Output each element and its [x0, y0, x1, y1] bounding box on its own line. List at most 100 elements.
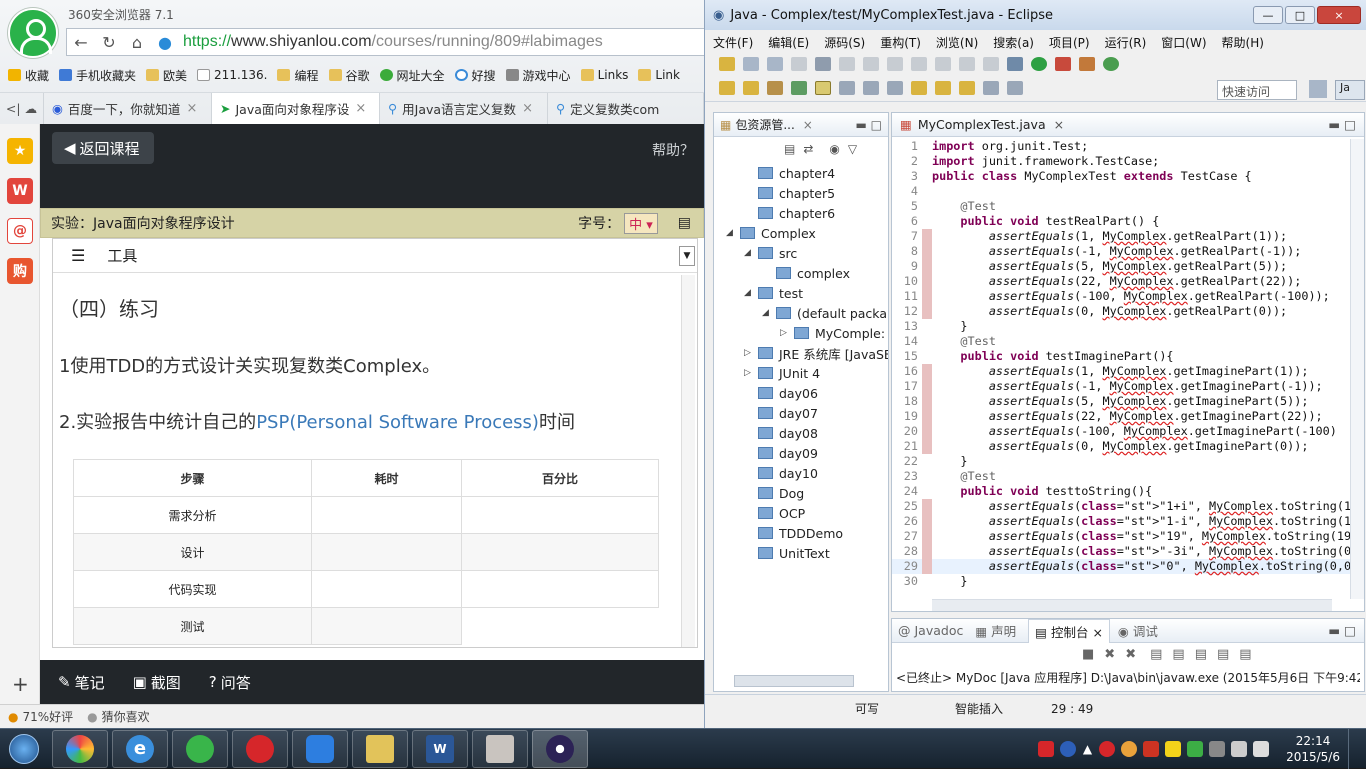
tab-console[interactable]: ▤ 控制台 × [1028, 618, 1110, 643]
tree-expander-icon[interactable]: ◢ [762, 308, 772, 318]
tray-s-icon[interactable] [1037, 741, 1054, 757]
gutter-marker[interactable] [922, 454, 932, 469]
gutter-marker[interactable] [922, 199, 932, 214]
shopping-icon[interactable]: 购 [7, 258, 33, 284]
build-icon[interactable] [815, 57, 831, 71]
minimize-icon[interactable]: ▬ □ [1328, 117, 1356, 132]
print-icon[interactable] [791, 57, 807, 71]
tree-expander-icon[interactable]: ◢ [726, 228, 736, 238]
tree-item[interactable]: Dog [714, 483, 888, 503]
debug-bug-icon[interactable] [1007, 57, 1023, 71]
tab-javadoc[interactable]: @ Javadoc [898, 623, 963, 638]
stop-icon[interactable] [887, 57, 903, 71]
menu-source[interactable]: 源码(S) [824, 34, 865, 51]
taskbar-app-notes[interactable] [292, 729, 348, 768]
menu-navigate[interactable]: 浏览(N) [936, 34, 978, 51]
package-explorer-tab[interactable]: ▦ 包资源管... × ▬ □ [714, 113, 888, 137]
url-input[interactable]: https://www.shiyanlou.com/courses/runnin… [183, 33, 603, 51]
tree-item[interactable]: ◢ src [714, 243, 888, 263]
tree-item[interactable]: day09 [714, 443, 888, 463]
editor-vscrollbar[interactable] [1350, 139, 1364, 599]
gutter-marker[interactable] [922, 544, 932, 559]
gutter-marker[interactable] [922, 469, 932, 484]
help-link[interactable]: 帮助？ [652, 140, 694, 160]
tree-item[interactable]: chapter5 [714, 183, 888, 203]
menu-refactor[interactable]: 重构(T) [880, 34, 921, 51]
explorer-hscrollbar[interactable] [734, 675, 854, 687]
show-whitespace-icon[interactable] [839, 81, 855, 95]
tree-item[interactable]: ◢ Complex [714, 223, 888, 243]
open-type-icon[interactable] [719, 81, 735, 95]
gutter-marker[interactable] [922, 499, 932, 514]
back-arrow-icon[interactable]: ← [67, 29, 95, 55]
gutter-marker[interactable] [922, 244, 932, 259]
tree-item[interactable]: chapter6 [714, 203, 888, 223]
bookmark-haosou[interactable]: 好搜 [454, 67, 496, 84]
gutter-marker[interactable] [922, 424, 932, 439]
view-menu-icon[interactable]: ◉ [829, 142, 839, 156]
prev-annotation-icon[interactable] [935, 81, 951, 95]
gutter-marker[interactable] [922, 559, 932, 574]
code-text[interactable]: 1 import org.junit.Test; 2 import junit.fra… [892, 139, 1350, 599]
list-menu-icon[interactable]: ☰ [71, 246, 85, 265]
open-folder-icon[interactable] [743, 81, 759, 95]
menu-project[interactable]: 项目(P) [1049, 34, 1090, 51]
step-return-icon[interactable] [983, 57, 999, 71]
tab-complex-class[interactable]: ⚲ 定义复数类com [548, 93, 704, 124]
gutter-marker[interactable] [922, 364, 932, 379]
bookmark-mobile[interactable]: 手机收藏夹 [59, 67, 136, 84]
gutter-marker[interactable] [922, 304, 932, 319]
tree-item[interactable]: complex [714, 263, 888, 283]
close-icon[interactable]: × [803, 118, 813, 132]
bookmark-links[interactable]: Links [580, 68, 628, 82]
bookmark-ip[interactable]: 211.136. [197, 68, 267, 82]
menu-window[interactable]: 窗口(W) [1161, 34, 1206, 51]
bookmark-favorites[interactable]: 收藏 [8, 67, 49, 84]
tools-dropdown-icon[interactable]: ▼ [679, 245, 695, 266]
toggle-mark-icon[interactable] [791, 81, 807, 95]
collapse-all-icon[interactable]: ▤ [784, 142, 795, 156]
new-icon[interactable] [719, 57, 735, 71]
taskbar-app-eclipse[interactable] [532, 729, 588, 768]
home-icon[interactable]: ⌂ [123, 29, 151, 55]
start-button[interactable] [0, 729, 48, 769]
console-output[interactable]: <已终止> MyDoc [Java 应用程序] D:\Java\bin\java… [896, 669, 1360, 686]
tray-music-icon[interactable] [1099, 741, 1116, 757]
highlight-icon[interactable] [815, 81, 831, 95]
tree-expander-icon[interactable]: ◢ [744, 288, 754, 298]
add-plus-icon[interactable]: + [12, 672, 29, 696]
rating-text[interactable]: 71%好评 [22, 708, 73, 725]
minimize-button[interactable]: — [1253, 6, 1283, 24]
nav-forward-icon[interactable] [1007, 81, 1023, 95]
bookmark-site-nav[interactable]: 网址大全 [379, 67, 445, 84]
notes-button[interactable]: ✎ 笔记 [58, 672, 105, 693]
menu-edit[interactable]: 编辑(E) [768, 34, 809, 51]
gutter-marker[interactable] [922, 289, 932, 304]
display-console-icon[interactable]: ▤ [1217, 647, 1229, 662]
taskbar-app-360[interactable] [172, 729, 228, 768]
tab-nav-left-icon[interactable]: <| ☁ [0, 93, 44, 124]
close-icon[interactable]: × [355, 101, 366, 116]
gutter-marker[interactable] [922, 514, 932, 529]
tray-shield-icon[interactable] [1187, 741, 1204, 757]
block-select-icon[interactable] [863, 81, 879, 95]
tree-item[interactable]: day08 [714, 423, 888, 443]
external-tools-icon[interactable] [1079, 57, 1095, 71]
gutter-marker[interactable] [922, 319, 932, 334]
user-avatar-icon[interactable] [8, 8, 58, 58]
close-window-button[interactable]: × [1317, 6, 1361, 24]
tree-item[interactable]: ◢ test [714, 283, 888, 303]
gutter-marker[interactable] [922, 184, 932, 199]
gutter-marker[interactable] [922, 259, 932, 274]
weibo-icon[interactable]: W [7, 178, 33, 204]
tray-hao-icon[interactable] [1143, 741, 1160, 757]
gutter-marker[interactable] [922, 574, 932, 589]
next-annotation-icon[interactable] [911, 81, 927, 95]
tree-expander-icon[interactable]: ▷ [744, 368, 754, 378]
taskbar-app-ie[interactable]: e [112, 729, 168, 768]
menu-help[interactable]: 帮助(H) [1222, 34, 1264, 51]
tree-item[interactable]: OCP [714, 503, 888, 523]
tray-volume-icon[interactable] [1231, 741, 1248, 757]
bookmark-google[interactable]: 谷歌 [328, 67, 370, 84]
tree-item[interactable]: day07 [714, 403, 888, 423]
